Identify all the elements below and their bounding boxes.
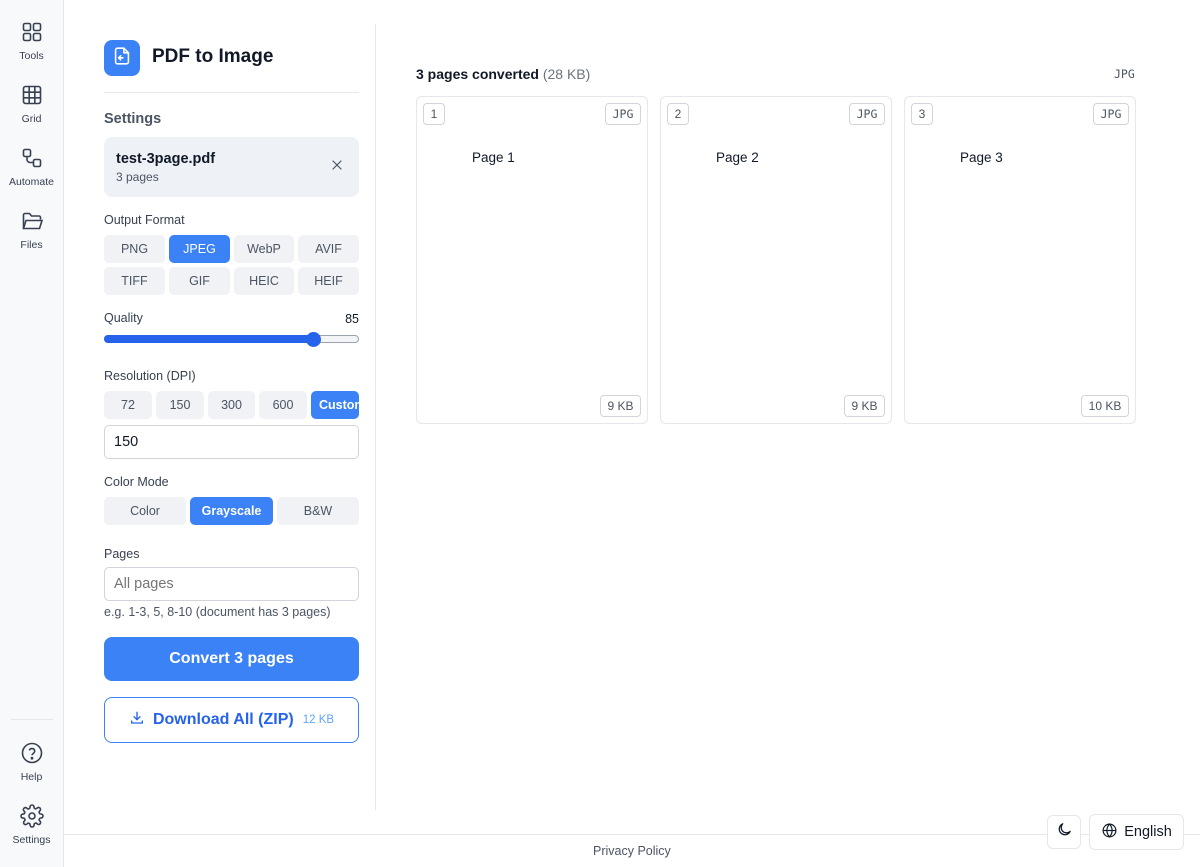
page-size-badge: 10 KB xyxy=(1081,395,1129,417)
page-size-badge: 9 KB xyxy=(844,395,885,417)
workflow-icon xyxy=(20,146,44,170)
output-format-label: Output Format xyxy=(104,213,185,227)
page-preview-text: Page 2 xyxy=(716,150,759,165)
page-format-badge: JPG xyxy=(1093,103,1129,125)
color-mode-grayscale[interactable]: Grayscale xyxy=(190,497,273,525)
sidebar-item-automate[interactable]: Automate xyxy=(0,146,63,188)
grid-2x2-icon xyxy=(20,20,44,44)
footer-divider xyxy=(64,834,1200,835)
folder-icon xyxy=(20,209,44,233)
download-size: 12 KB xyxy=(302,714,335,726)
sidebar-item-label: Tools xyxy=(19,50,44,62)
file-page-count: 3 pages xyxy=(116,170,159,184)
format-option-gif[interactable]: GIF xyxy=(169,267,230,295)
page-preview-text: Page 1 xyxy=(472,150,515,165)
page-number-badge: 2 xyxy=(667,103,689,125)
page-format-badge: JPG xyxy=(605,103,641,125)
dpi-option-150[interactable]: 150 xyxy=(156,391,204,419)
sidebar-item-help[interactable]: Help xyxy=(0,741,63,783)
sidebar-item-label: Help xyxy=(20,771,43,783)
format-option-heif[interactable]: HEIF xyxy=(298,267,359,295)
quality-slider[interactable] xyxy=(104,332,359,347)
remove-file-button[interactable] xyxy=(327,157,347,177)
sidebar-item-grid[interactable]: Grid xyxy=(0,83,63,125)
dpi-option-300[interactable]: 300 xyxy=(208,391,255,419)
globe-icon xyxy=(1101,822,1118,843)
page-preview-card[interactable]: 3 JPG Page 3 10 KB xyxy=(904,96,1136,424)
resolution-label: Resolution (DPI) xyxy=(104,369,196,383)
color-mode-color[interactable]: Color xyxy=(104,497,186,525)
dpi-option-600[interactable]: 600 xyxy=(259,391,307,419)
page-preview-text: Page 3 xyxy=(960,150,1003,165)
page-format-badge: JPG xyxy=(849,103,885,125)
pages-hint: e.g. 1-3, 5, 8-10 (document has 3 pages) xyxy=(104,605,331,619)
results-summary: 3 pages converted (28 KB) xyxy=(416,66,590,82)
page-preview-card[interactable]: 2 JPG Page 2 9 KB xyxy=(660,96,892,424)
moon-icon xyxy=(1056,821,1073,843)
file-image-icon xyxy=(111,45,133,72)
quality-label: Quality xyxy=(104,311,143,325)
sidebar-rail: Tools Grid Automate Files Help Settings xyxy=(0,0,64,867)
file-name: test-3page.pdf xyxy=(116,151,216,167)
pages-label: Pages xyxy=(104,547,140,561)
convert-button[interactable]: Convert 3 pages xyxy=(104,637,359,681)
download-icon xyxy=(129,710,145,731)
results-total-size: (28 KB) xyxy=(542,66,591,82)
sidebar-item-label: Automate xyxy=(9,176,54,188)
help-circle-icon xyxy=(20,741,44,765)
pages-input[interactable] xyxy=(104,567,359,601)
sidebar-item-files[interactable]: Files xyxy=(0,209,63,251)
sidebar-item-label: Settings xyxy=(12,834,51,846)
format-option-heic[interactable]: HEIC xyxy=(234,267,294,295)
dpi-option-custom[interactable]: Custom xyxy=(311,391,359,419)
privacy-policy-link[interactable]: Privacy Policy xyxy=(593,844,671,858)
selected-file-card: test-3page.pdf 3 pages xyxy=(104,137,359,197)
sidebar-item-label: Grid xyxy=(21,113,42,125)
format-option-webp[interactable]: WebP xyxy=(234,235,294,263)
page-number-badge: 3 xyxy=(911,103,933,125)
slider-fill xyxy=(104,335,313,343)
download-label: Download All (ZIP) xyxy=(152,711,294,728)
title-divider xyxy=(104,92,359,93)
download-all-button[interactable]: Download All (ZIP) 12 KB xyxy=(104,697,359,743)
color-mode-label: Color Mode xyxy=(104,475,169,489)
page-preview-card[interactable]: 1 JPG Page 1 9 KB xyxy=(416,96,648,424)
settings-heading: Settings xyxy=(104,111,162,127)
format-option-avif[interactable]: AVIF xyxy=(298,235,359,263)
format-option-png[interactable]: PNG xyxy=(104,235,165,263)
format-option-jpeg[interactable]: JPEG xyxy=(169,235,230,263)
sidebar-item-settings[interactable]: Settings xyxy=(0,804,63,846)
results-count: 3 pages converted xyxy=(416,66,539,82)
dpi-option-72[interactable]: 72 xyxy=(104,391,152,419)
results-format: JPG xyxy=(1114,67,1135,81)
language-selector[interactable]: English xyxy=(1089,814,1184,850)
format-option-tiff[interactable]: TIFF xyxy=(104,267,165,295)
slider-thumb[interactable] xyxy=(305,332,321,347)
color-mode-bw[interactable]: B&W xyxy=(277,497,359,525)
grid-3x3-icon xyxy=(20,83,44,107)
close-icon xyxy=(329,157,345,178)
theme-toggle-button[interactable] xyxy=(1047,815,1081,849)
panel-divider xyxy=(375,24,376,810)
sidebar-item-tools[interactable]: Tools xyxy=(0,20,63,62)
sidebar-divider xyxy=(11,719,53,720)
custom-dpi-input[interactable] xyxy=(104,425,359,459)
page-number-badge: 1 xyxy=(423,103,445,125)
language-label: English xyxy=(1124,824,1172,840)
app-icon xyxy=(104,40,140,76)
quality-value: 85 xyxy=(345,312,359,326)
gear-icon xyxy=(19,804,44,828)
page-size-badge: 9 KB xyxy=(600,395,641,417)
page-title: PDF to Image xyxy=(152,46,274,67)
sidebar-item-label: Files xyxy=(20,239,43,251)
